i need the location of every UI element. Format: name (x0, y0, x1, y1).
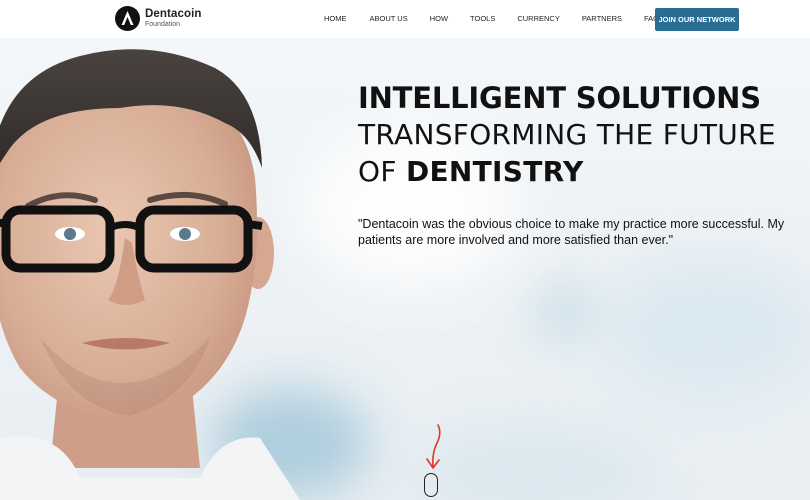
hero-title-line1: INTELLIGENT SOLUTIONS (358, 81, 761, 115)
testimonial-quote: "Dentacoin was the obvious choice to mak… (358, 217, 785, 247)
hero-title-line3: OF DENTISTRY (358, 153, 776, 190)
nav-item-tools[interactable]: TOOLS (470, 14, 495, 23)
hero-title-line3-prefix: OF (358, 155, 406, 188)
brand-text: Dentacoin Foundation (145, 7, 202, 29)
brand-logo[interactable]: Dentacoin Foundation (115, 6, 202, 31)
dentist-portrait-image (0, 49, 300, 500)
background-blur (530, 278, 600, 348)
hero-title-line3-bold: DENTISTRY (405, 155, 584, 188)
brand-subtitle: Foundation (145, 21, 181, 29)
nav-item-about-us[interactable]: ABOUT US (370, 14, 408, 23)
nav-item-home[interactable]: HOME (324, 14, 347, 23)
site-header: Dentacoin Foundation HOME ABOUT US HOW T… (0, 0, 810, 38)
brand-name: Dentacoin (145, 7, 202, 20)
background-blur (600, 258, 810, 398)
nav-item-how[interactable]: HOW (430, 14, 448, 23)
dentacoin-logo-icon (115, 6, 140, 31)
nav-item-partners[interactable]: PARTNERS (582, 14, 622, 23)
nav-item-currency[interactable]: CURRENCY (517, 14, 560, 23)
red-arrow-annotation-icon (426, 424, 441, 469)
background-blur (420, 428, 650, 500)
hero-title: INTELLIGENT SOLUTIONS TRANSFORMING THE F… (358, 80, 776, 190)
main-nav: HOME ABOUT US HOW TOOLS CURRENCY PARTNER… (324, 14, 659, 23)
mouse-scroll-icon[interactable] (424, 473, 438, 497)
hero-section: INTELLIGENT SOLUTIONS TRANSFORMING THE F… (0, 38, 810, 500)
join-network-button[interactable]: JOIN OUR NETWORK (655, 8, 739, 31)
hero-title-line2: TRANSFORMING THE FUTURE (358, 118, 776, 151)
